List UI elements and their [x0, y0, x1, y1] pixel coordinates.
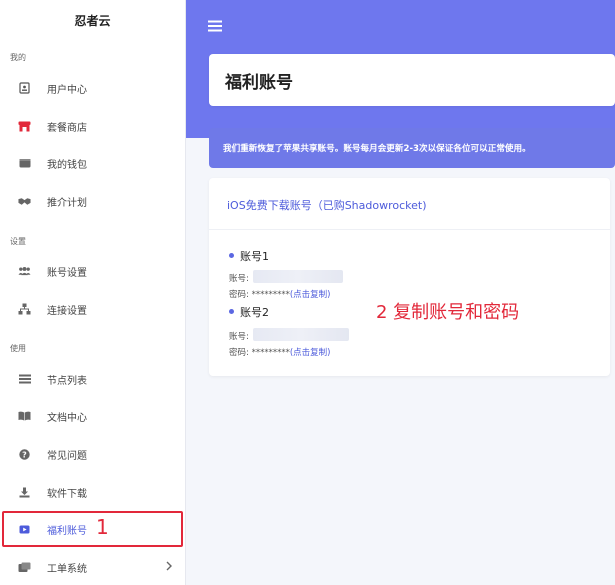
svg-text:?: ? — [22, 450, 27, 459]
account-value-blurred[interactable] — [253, 328, 349, 341]
password-mask: ********* — [251, 290, 290, 300]
copy-password-link[interactable]: (点击复制) — [290, 290, 331, 300]
sidebar-item-faq[interactable]: ? 常见问题 — [0, 440, 186, 468]
ticket-icon — [18, 561, 31, 574]
password-row: 密码: *********(点击复制) — [229, 288, 330, 300]
sidebar-item-label: 连接设置 — [47, 305, 87, 317]
page-title: 福利账号 — [225, 73, 293, 93]
id-card-icon — [18, 82, 31, 95]
title-card: 福利账号 — [209, 54, 615, 106]
sidebar-item-referral[interactable]: 推介计划 — [0, 187, 186, 215]
section-label-usage: 使用 — [10, 344, 26, 353]
handshake-icon — [18, 195, 31, 208]
annotation-step-2: 2 复制账号和密码 — [376, 302, 520, 323]
sidebar-item-shop[interactable]: 套餐商店 — [0, 112, 186, 140]
highlight-box — [2, 511, 183, 547]
network-icon — [18, 303, 31, 316]
annotation-step-1: 1 — [96, 515, 109, 539]
sidebar-item-label: 账号设置 — [47, 267, 87, 279]
chevron-right-icon — [166, 561, 172, 574]
brand-name: 忍者云 — [74, 14, 111, 28]
password-mask: ********* — [251, 348, 290, 358]
question-icon: ? — [18, 448, 31, 461]
card-title: iOS免费下载账号（已购Shadowrocket) — [227, 199, 427, 212]
password-label: 密码: — [229, 290, 249, 300]
sidebar-item-label: 我的钱包 — [47, 159, 87, 171]
copy-password-link[interactable]: (点击复制) — [290, 348, 331, 358]
account-name: 账号2 — [240, 306, 269, 319]
account-label: 账号: — [229, 274, 249, 284]
account-value-blurred[interactable] — [253, 270, 343, 283]
notice-banner: 我们重新恢复了苹果共享账号。账号每月会更新2-3次以保证各位可以正常使用。 — [209, 128, 615, 168]
sidebar-item-label: 软件下载 — [47, 488, 87, 500]
password-label: 密码: — [229, 348, 249, 358]
store-icon — [18, 120, 31, 133]
sidebar-item-downloads[interactable]: 软件下载 — [0, 478, 186, 506]
bullet-icon — [229, 309, 234, 314]
users-icon — [18, 265, 31, 278]
sidebar-item-user-center[interactable]: 用户中心 — [0, 74, 186, 102]
sidebar-item-label: 推介计划 — [47, 197, 87, 209]
section-label-mine: 我的 — [10, 53, 26, 62]
download-icon — [18, 486, 31, 499]
sidebar-item-account-settings[interactable]: 账号设置 — [0, 257, 186, 285]
top-bar — [186, 0, 615, 52]
sidebar: 忍者云 我的 用户中心 套餐商店 我的钱包 推介计划 设置 账号设置 连接设置 … — [0, 0, 186, 585]
account-label: 账号: — [229, 332, 249, 342]
accounts-card: iOS免费下载账号（已购Shadowrocket) 账号1 账号: 密码: **… — [209, 178, 610, 376]
menu-icon[interactable] — [208, 17, 222, 36]
sidebar-item-wallet[interactable]: 我的钱包 — [0, 149, 186, 177]
sidebar-item-label: 文档中心 — [47, 412, 87, 424]
sidebar-item-label: 节点列表 — [47, 375, 87, 387]
card-header: iOS免费下载账号（已购Shadowrocket) — [209, 178, 610, 230]
sidebar-item-label: 常见问题 — [47, 450, 87, 462]
sidebar-item-label: 套餐商店 — [47, 122, 87, 134]
sidebar-item-connection-settings[interactable]: 连接设置 — [0, 295, 186, 323]
section-label-settings: 设置 — [10, 237, 26, 246]
bullet-icon — [229, 253, 234, 258]
sidebar-item-label: 工单系统 — [47, 563, 87, 575]
wallet-icon — [18, 157, 31, 170]
password-row: 密码: *********(点击复制) — [229, 346, 330, 358]
sidebar-item-docs[interactable]: 文档中心 — [0, 402, 186, 430]
sidebar-item-node-list[interactable]: 节点列表 — [0, 365, 186, 393]
list-icon — [18, 373, 31, 386]
account-name: 账号1 — [240, 250, 269, 263]
sidebar-item-ticket-system[interactable]: 工单系统 — [0, 553, 186, 581]
book-icon — [18, 410, 31, 423]
sidebar-item-label: 用户中心 — [47, 84, 87, 96]
